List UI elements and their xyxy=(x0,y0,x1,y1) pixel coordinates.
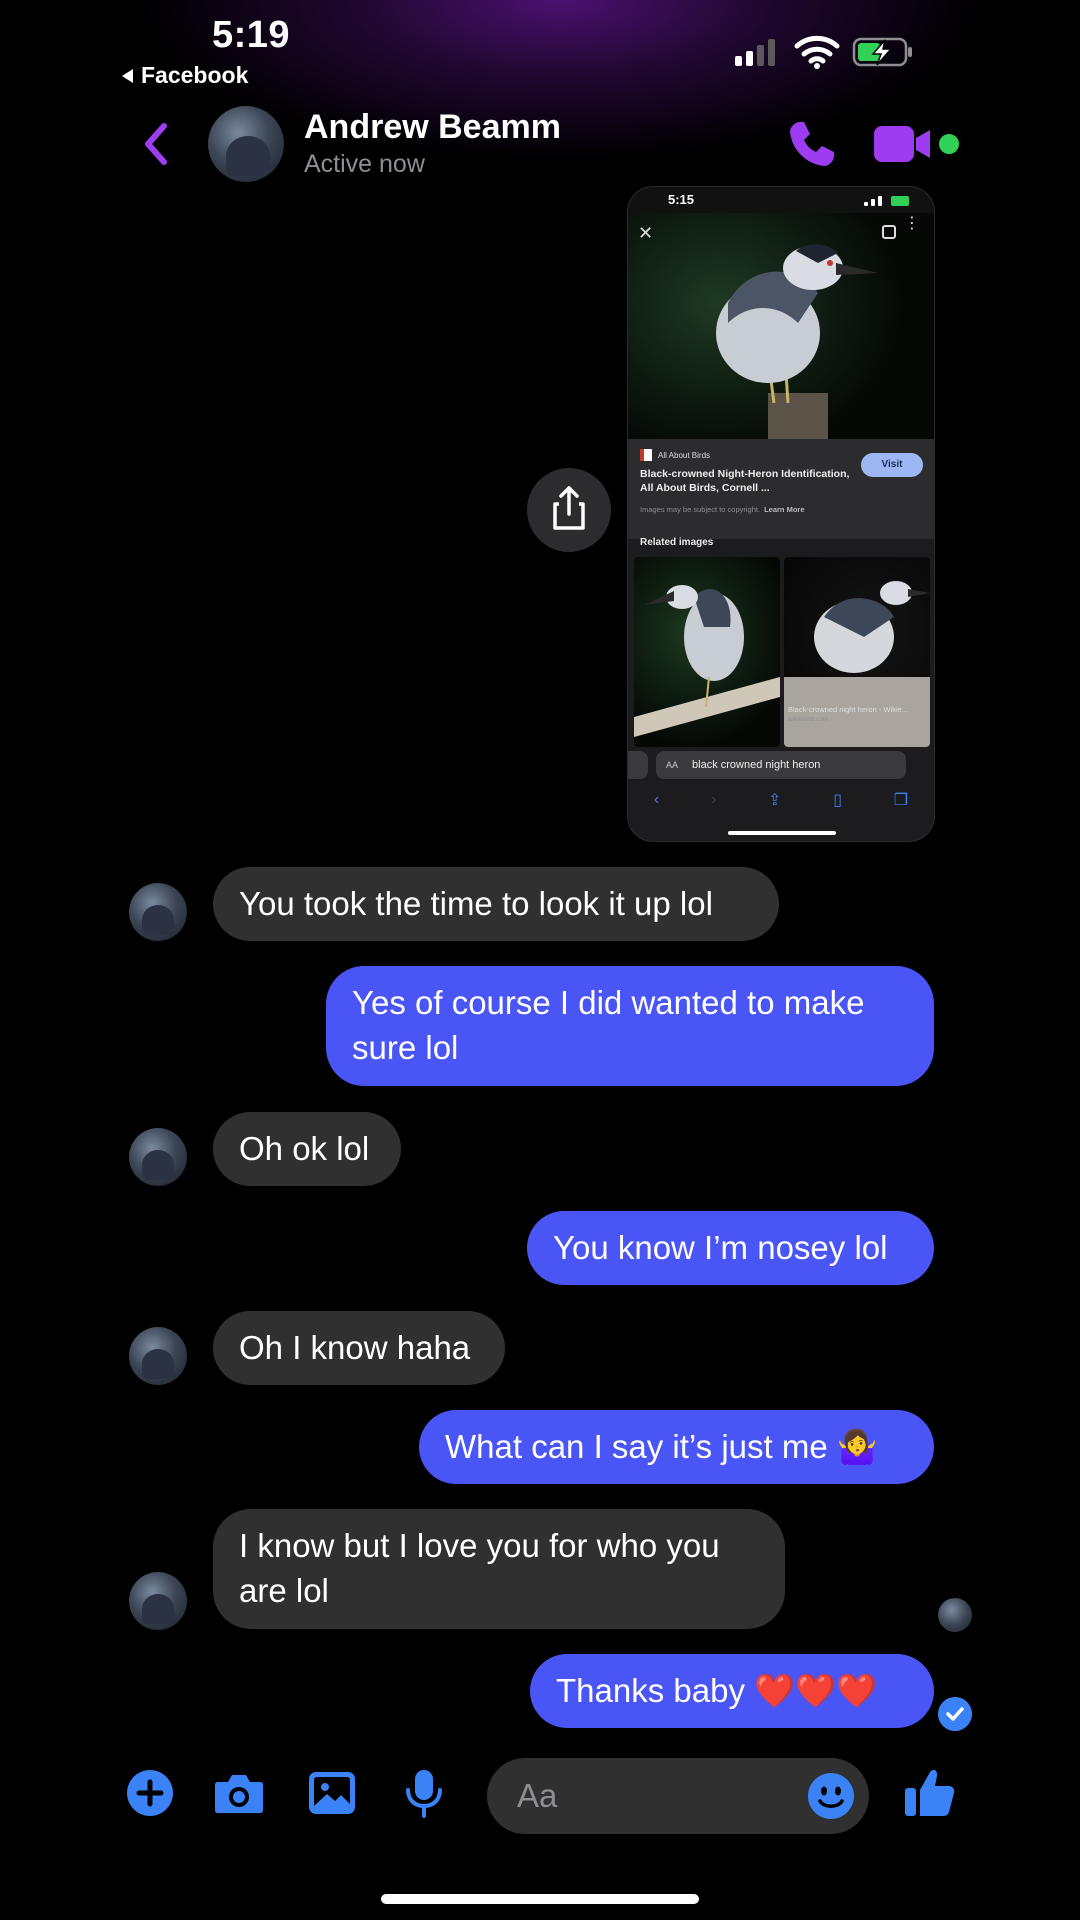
related-heron-1 xyxy=(634,585,780,737)
search-result-card: All About Birds Black-crowned Night-Hero… xyxy=(628,439,934,539)
more-icon: ⋮ xyxy=(904,215,920,232)
close-icon: ✕ xyxy=(638,223,654,243)
copyright-text: Images may be subject to copyright. xyxy=(640,505,761,514)
cellular-signal-icon xyxy=(735,38,775,66)
learn-more-link: Learn More xyxy=(764,505,805,514)
copyright-note: Images may be subject to copyright. Learn… xyxy=(640,505,805,514)
source-logo-icon xyxy=(640,449,652,461)
video-icon[interactable] xyxy=(874,124,932,164)
incoming-message[interactable]: You took the time to look it up lol xyxy=(213,867,779,941)
sender-avatar[interactable] xyxy=(129,1572,187,1630)
outgoing-message[interactable]: Yes of course I did wanted to make sure … xyxy=(326,966,934,1086)
incoming-message[interactable]: I know but I love you for who you are lo… xyxy=(213,1509,785,1629)
home-indicator xyxy=(381,1894,699,1904)
result-title: Black-crowned Night-Heron Identification… xyxy=(640,468,850,494)
text-size-button: AA xyxy=(666,760,679,770)
sender-avatar[interactable] xyxy=(129,1327,187,1385)
outgoing-message[interactable]: Thanks baby ❤️❤️❤️ xyxy=(530,1654,934,1728)
message-composer xyxy=(0,1756,1080,1836)
visit-button: Visit xyxy=(861,453,923,477)
browser-back-icon: ‹ xyxy=(653,791,660,808)
screenshot-status-icons xyxy=(864,194,910,206)
bookmarks-icon: ▯ xyxy=(833,792,842,809)
result-source: All About Birds xyxy=(640,449,710,461)
related-caption-source: wikiwand.com xyxy=(788,716,829,723)
source-name: All About Birds xyxy=(658,450,711,460)
screenshot-status-time: 5:15 xyxy=(668,192,695,207)
browser-toolbar: ‹ › ⇪ ▯ ❐ xyxy=(628,785,934,815)
sender-avatar[interactable] xyxy=(129,1128,187,1186)
url-text: black crowned night heron xyxy=(692,759,821,771)
previous-tab-stub xyxy=(628,751,648,779)
check-icon xyxy=(938,1697,972,1731)
tabs-icon: ❐ xyxy=(893,792,909,809)
share-icon[interactable] xyxy=(527,468,611,552)
sender-avatar[interactable] xyxy=(129,883,187,941)
back-to-app-link[interactable]: Facebook xyxy=(122,62,248,89)
contact-status: Active now xyxy=(304,150,425,178)
browser-share-icon: ⇪ xyxy=(768,792,782,809)
status-time: 5:19 xyxy=(212,14,291,56)
outgoing-message[interactable]: You know I’m nosey lol xyxy=(527,1211,934,1285)
screenshot-url-bar: AA black crowned night heron xyxy=(656,751,906,779)
related-images-label: Related images xyxy=(640,537,714,548)
back-app-label: Facebook xyxy=(141,62,249,88)
battery-charging-icon xyxy=(852,37,912,67)
shared-screenshot-image[interactable]: 5:15 ✕ ⋮ All About Birds Black-crowned N… xyxy=(627,186,935,842)
back-triangle-icon xyxy=(122,68,133,83)
emoji-icon[interactable] xyxy=(807,1772,855,1820)
image-icon[interactable] xyxy=(307,1768,357,1818)
read-receipt-avatar xyxy=(938,1598,972,1632)
screenshot-home-indicator xyxy=(728,831,836,835)
heron-illustration xyxy=(716,244,878,439)
message-input-container xyxy=(487,1758,869,1834)
camera-icon[interactable] xyxy=(214,1768,264,1818)
message-input[interactable] xyxy=(517,1774,777,1818)
incoming-message[interactable]: Oh ok lol xyxy=(213,1112,401,1186)
contact-avatar[interactable] xyxy=(208,106,284,182)
microphone-icon[interactable] xyxy=(399,1768,449,1818)
contact-name[interactable]: Andrew Beamm xyxy=(304,108,561,147)
phone-icon[interactable] xyxy=(786,118,838,170)
chat-header: Andrew Beamm Active now xyxy=(96,100,986,188)
screenshot-status-bar: 5:15 xyxy=(628,187,934,213)
thumbs-up-icon[interactable] xyxy=(903,1766,957,1820)
heron-photo: ✕ ⋮ xyxy=(628,213,934,439)
online-status-dot xyxy=(939,134,959,154)
incoming-message[interactable]: Oh I know haha xyxy=(213,1311,505,1385)
wifi-icon xyxy=(794,35,840,69)
lens-icon xyxy=(882,225,896,239)
related-image-1 xyxy=(634,557,780,747)
related-caption: Black-crowned night heron - Wikie... wik… xyxy=(788,705,928,723)
browser-forward-icon: › xyxy=(710,791,717,808)
related-caption-title: Black-crowned night heron - Wikie... xyxy=(788,705,909,714)
outgoing-message[interactable]: What can I say it’s just me 🤷‍♀️ xyxy=(419,1410,934,1484)
plus-icon[interactable] xyxy=(125,1768,175,1818)
back-chevron-icon[interactable] xyxy=(140,120,170,168)
